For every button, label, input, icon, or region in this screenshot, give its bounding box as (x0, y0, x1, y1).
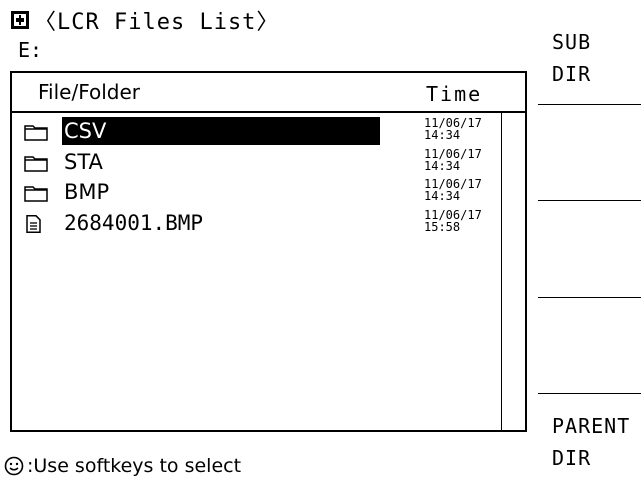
column-time: Time (426, 82, 483, 106)
folder-icon (24, 156, 48, 172)
smiley-knob-icon (4, 456, 24, 476)
drive-label: E: (18, 38, 43, 62)
folder-icon (24, 186, 48, 202)
column-file-folder: File/Folder (38, 80, 141, 104)
file-name: CSV (62, 117, 380, 145)
file-timestamp: 11/06/17 14:34 (424, 147, 482, 173)
file-name: BMP (64, 180, 110, 204)
softkey-parent-dir[interactable]: PARENT DIR (552, 410, 630, 474)
footer-hint: :Use softkeys to select (4, 455, 241, 477)
softkey-2[interactable] (552, 105, 641, 200)
softkey-4[interactable] (552, 298, 641, 393)
softkey-sub-dir[interactable]: SUB DIR (552, 26, 591, 90)
title-text: 〈LCR Files List〉 (34, 10, 280, 35)
file-name: STA (64, 150, 103, 174)
footer-text: :Use softkeys to select (27, 455, 242, 477)
softkey-divider (538, 393, 641, 394)
file-list: File/Folder Time CSV 11/06/17 14:34 STA … (10, 71, 527, 432)
file-icon (26, 215, 41, 233)
file-list-header: File/Folder Time (12, 73, 525, 113)
screen-title: 〈LCR Files List〉 (10, 6, 280, 35)
softkey-3[interactable] (552, 201, 641, 296)
file-name: 2684001.BMP (64, 211, 204, 235)
folder-icon (24, 125, 48, 141)
file-timestamp: 11/06/17 14:34 (424, 177, 482, 203)
save-disk-icon (11, 11, 29, 29)
column-divider (501, 111, 502, 430)
file-timestamp: 11/06/17 15:58 (424, 208, 482, 234)
file-timestamp: 11/06/17 14:34 (424, 116, 482, 142)
